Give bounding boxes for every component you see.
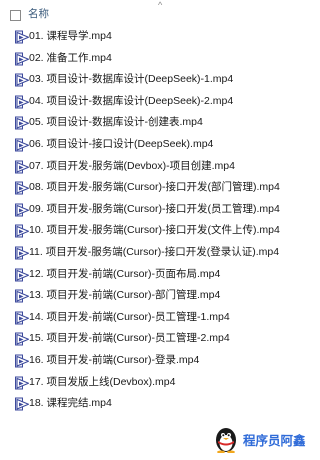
file-row[interactable]: 06. 项目设计-接口设计(DeepSeek).mp4: [0, 134, 312, 156]
video-file-icon: [15, 332, 30, 346]
file-row[interactable]: 18. 课程完结.mp4: [0, 393, 312, 415]
file-row[interactable]: 14. 项目开发-前端(Cursor)-员工管理-1.mp4: [0, 307, 312, 329]
watermark-text: 程序员阿鑫: [243, 434, 306, 448]
column-header: ^ 名称: [0, 0, 312, 26]
file-name: 10. 项目开发-服务端(Cursor)-接口开发(文件上传).mp4: [29, 224, 280, 237]
file-name: 17. 项目发版上线(Devbox).mp4: [29, 375, 176, 388]
file-name: 13. 项目开发-前端(Cursor)-部门管理.mp4: [29, 289, 221, 302]
file-name: 11. 项目开发-服务端(Cursor)-接口开发(登录认证).mp4: [29, 245, 280, 258]
video-file-icon: [15, 397, 30, 411]
video-file-icon: [15, 116, 30, 130]
name-column-header[interactable]: 名称: [28, 8, 49, 21]
video-file-icon: [15, 203, 30, 217]
file-name: 07. 项目开发-服务端(Devbox)-项目创建.mp4: [29, 159, 235, 172]
file-list: 01. 课程导学.mp4 02. 准备工作.mp4 03. 项目设计-数据库设计…: [0, 26, 312, 415]
file-name: 01. 课程导学.mp4: [29, 30, 112, 42]
video-file-icon: [15, 30, 30, 44]
video-file-icon: [15, 268, 30, 282]
watermark: 程序员阿鑫: [214, 427, 310, 455]
penguin-logo-icon: [216, 428, 236, 453]
file-row[interactable]: 07. 项目开发-服务端(Devbox)-项目创建.mp4: [0, 156, 312, 178]
file-name: 05. 项目设计-数据库设计-创建表.mp4: [29, 116, 203, 129]
file-row[interactable]: 01. 课程导学.mp4: [0, 26, 312, 48]
select-all-checkbox[interactable]: [10, 10, 21, 21]
file-name: 09. 项目开发-服务端(Cursor)-接口开发(员工管理).mp4: [29, 202, 280, 215]
video-file-icon: [15, 246, 30, 260]
video-file-icon: [15, 73, 30, 87]
file-name: 18. 课程完结.mp4: [29, 397, 112, 410]
video-file-icon: [15, 138, 30, 152]
file-row[interactable]: 16. 项目开发-前端(Cursor)-登录.mp4: [0, 350, 312, 372]
file-row[interactable]: 05. 项目设计-数据库设计-创建表.mp4: [0, 112, 312, 134]
video-file-icon: [15, 181, 30, 195]
video-file-icon: [15, 289, 30, 303]
video-file-icon: [15, 160, 30, 174]
video-file-icon: [15, 354, 30, 368]
file-name: 12. 项目开发-前端(Cursor)-页面布局.mp4: [29, 267, 221, 280]
file-row[interactable]: 17. 项目发版上线(Devbox).mp4: [0, 372, 312, 394]
file-row[interactable]: 04. 项目设计-数据库设计(DeepSeek)-2.mp4: [0, 91, 312, 113]
video-file-icon: [15, 311, 30, 325]
file-row[interactable]: 11. 项目开发-服务端(Cursor)-接口开发(登录认证).mp4: [0, 242, 312, 264]
sort-indicator[interactable]: ^: [158, 0, 162, 10]
file-name: 03. 项目设计-数据库设计(DeepSeek)-1.mp4: [29, 73, 234, 86]
file-name: 08. 项目开发-服务端(Cursor)-接口开发(部门管理).mp4: [29, 181, 280, 194]
file-row[interactable]: 15. 项目开发-前端(Cursor)-员工管理-2.mp4: [0, 328, 312, 350]
video-file-icon: [15, 95, 30, 109]
file-name: 16. 项目开发-前端(Cursor)-登录.mp4: [29, 353, 200, 366]
file-row[interactable]: 03. 项目设计-数据库设计(DeepSeek)-1.mp4: [0, 69, 312, 91]
file-name: 15. 项目开发-前端(Cursor)-员工管理-2.mp4: [29, 332, 230, 345]
file-name: 14. 项目开发-前端(Cursor)-员工管理-1.mp4: [29, 310, 230, 323]
video-file-icon: [15, 52, 30, 66]
file-name: 06. 项目设计-接口设计(DeepSeek).mp4: [29, 137, 214, 150]
file-name: 04. 项目设计-数据库设计(DeepSeek)-2.mp4: [29, 94, 234, 107]
video-file-icon: [15, 376, 30, 389]
file-name: 02. 准备工作.mp4: [29, 51, 112, 64]
file-row[interactable]: 13. 项目开发-前端(Cursor)-部门管理.mp4: [0, 285, 312, 307]
file-row[interactable]: 02. 准备工作.mp4: [0, 48, 312, 70]
file-row[interactable]: 08. 项目开发-服务端(Cursor)-接口开发(部门管理).mp4: [0, 177, 312, 199]
file-row[interactable]: 12. 项目开发-前端(Cursor)-页面布局.mp4: [0, 264, 312, 286]
file-row[interactable]: 10. 项目开发-服务端(Cursor)-接口开发(文件上传).mp4: [0, 220, 312, 242]
file-row[interactable]: 09. 项目开发-服务端(Cursor)-接口开发(员工管理).mp4: [0, 199, 312, 221]
video-file-icon: [15, 224, 30, 238]
